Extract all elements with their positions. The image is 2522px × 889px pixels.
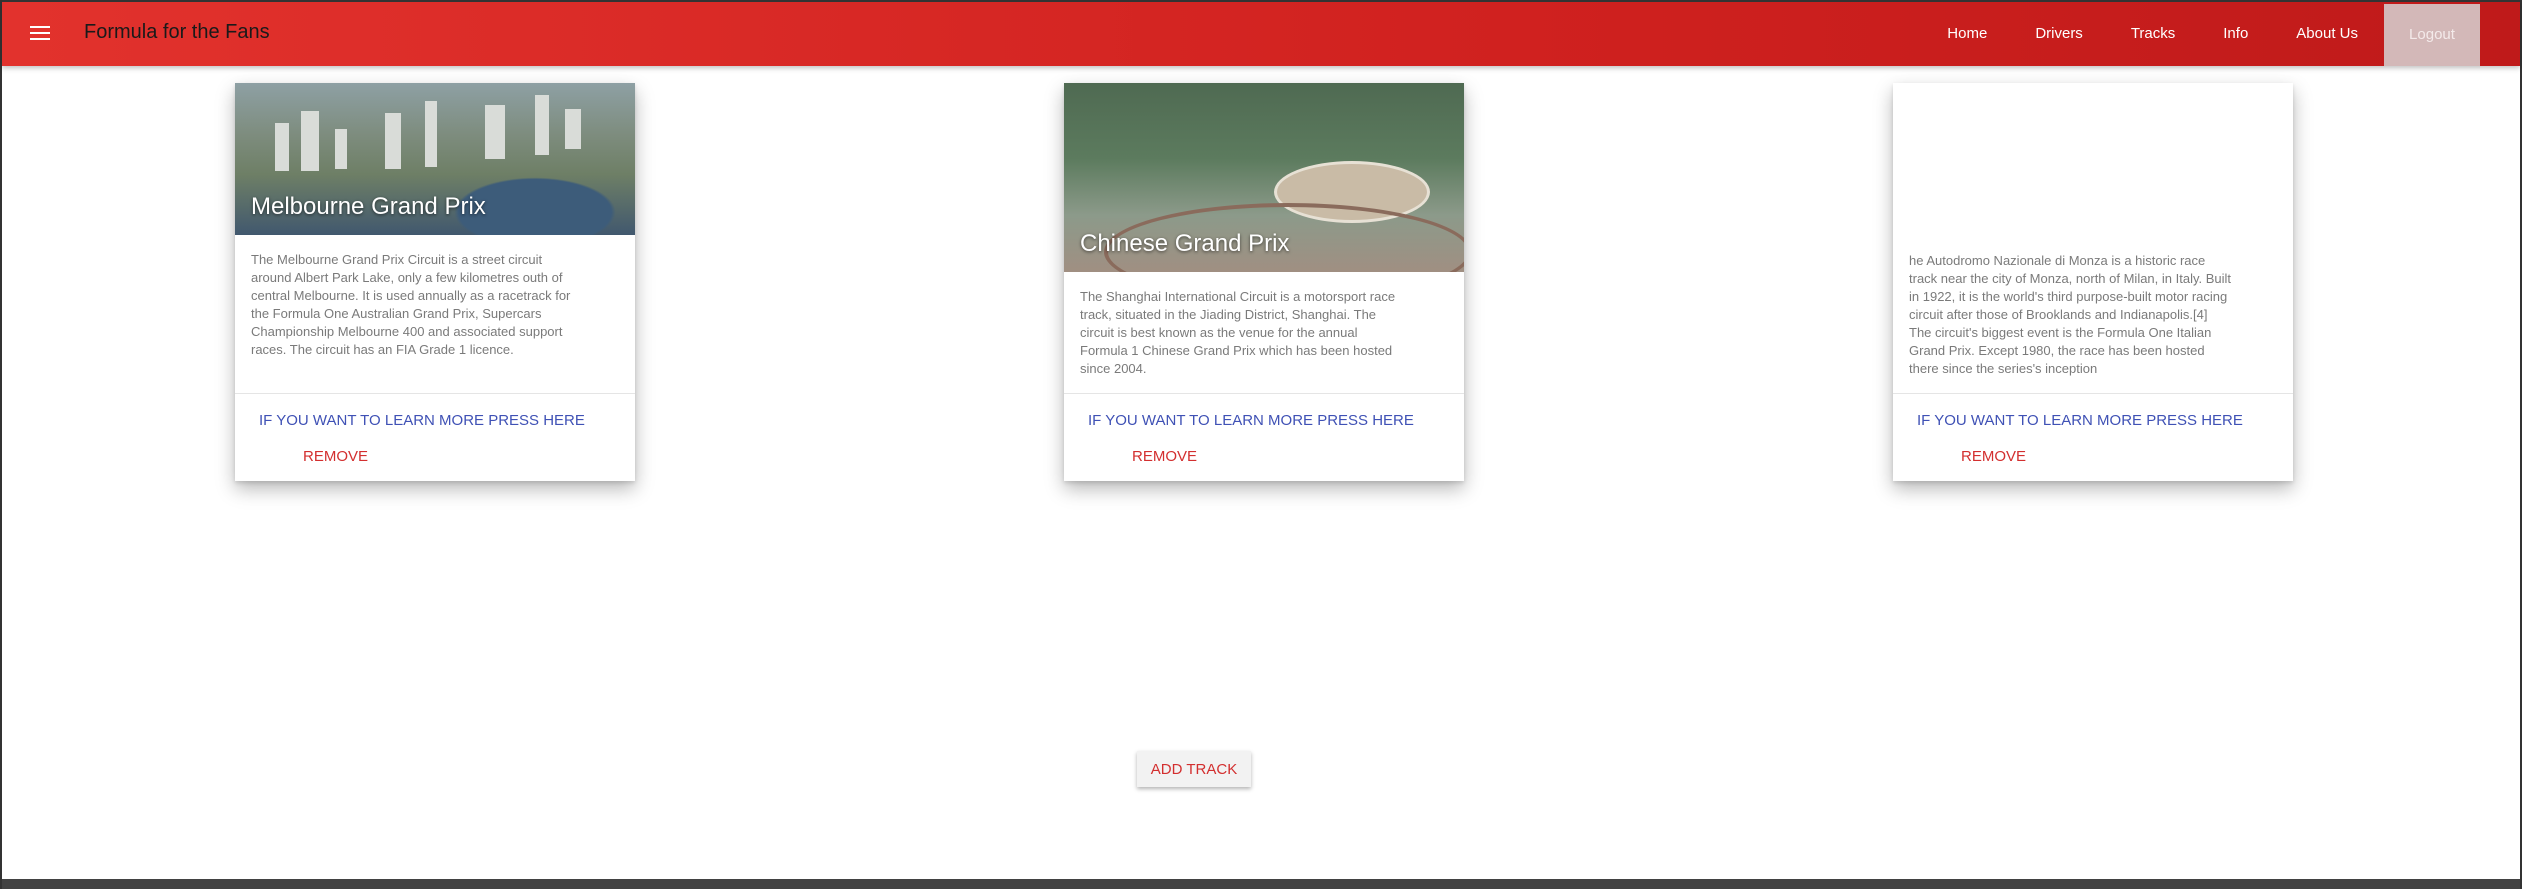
hamburger-menu-icon[interactable]	[30, 26, 50, 42]
nav-home[interactable]: Home	[1923, 2, 2011, 66]
track-card-melbourne: Melbourne Grand Prix The Melbourne Grand…	[235, 83, 635, 481]
remove-button[interactable]: REMOVE	[303, 448, 368, 465]
learn-more-link[interactable]: IF YOU WANT TO LEARN MORE PRESS HERE	[1917, 412, 2243, 429]
track-image: Melbourne Grand Prix	[235, 83, 635, 235]
top-app-bar: Formula for the Fans Home Drivers Tracks…	[2, 0, 2520, 66]
add-track-button[interactable]: ADD TRACK	[1137, 751, 1251, 787]
card-title: Chinese Grand Prix	[1080, 230, 1290, 257]
main-nav: Home Drivers Tracks Info About Us Logout	[1923, 2, 2480, 66]
card-description: he Autodromo Nazionale di Monza is a his…	[1909, 253, 2232, 376]
remove-button[interactable]: REMOVE	[1132, 448, 1197, 465]
nav-tracks[interactable]: Tracks	[2107, 2, 2199, 66]
card-actions: IF YOU WANT TO LEARN MORE PRESS HERE REM…	[1893, 393, 2293, 482]
remove-button[interactable]: REMOVE	[1961, 448, 2026, 465]
nav-drivers[interactable]: Drivers	[2011, 2, 2107, 66]
track-card-chinese: Chinese Grand Prix The Shanghai Internat…	[1064, 83, 1464, 481]
logout-button[interactable]: Logout	[2384, 4, 2480, 66]
card-title: Melbourne Grand Prix	[251, 193, 486, 220]
card-actions: IF YOU WANT TO LEARN MORE PRESS HERE REM…	[1064, 393, 1464, 482]
footer-bar	[2, 879, 2520, 889]
card-description: The Shanghai International Circuit is a …	[1080, 289, 1396, 376]
track-image: Chinese Grand Prix	[1064, 83, 1464, 272]
track-card-monza: he Autodromo Nazionale di Monza is a his…	[1893, 83, 2293, 481]
card-description: The Melbourne Grand Prix Circuit is a st…	[251, 252, 571, 357]
track-image-missing	[1893, 83, 2293, 240]
nav-info[interactable]: Info	[2199, 2, 2272, 66]
learn-more-link[interactable]: IF YOU WANT TO LEARN MORE PRESS HERE	[259, 412, 585, 429]
app-title: Formula for the Fans	[84, 21, 270, 43]
card-actions: IF YOU WANT TO LEARN MORE PRESS HERE REM…	[235, 393, 635, 482]
learn-more-link[interactable]: IF YOU WANT TO LEARN MORE PRESS HERE	[1088, 412, 1414, 429]
nav-about-us[interactable]: About Us	[2272, 2, 2382, 66]
